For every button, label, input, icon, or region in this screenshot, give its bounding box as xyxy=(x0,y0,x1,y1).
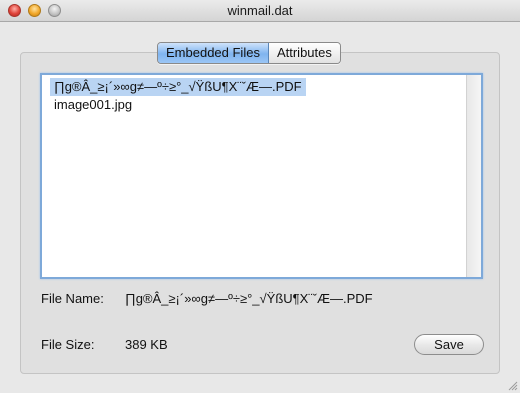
list-item[interactable]: ∏g®Â_≥¡´»∞g≠—º÷≥°_√ŸßU¶X¨ˇÆ—.PDF xyxy=(50,78,306,96)
tab-attributes[interactable]: Attributes xyxy=(268,43,340,63)
save-button[interactable]: Save xyxy=(414,334,484,355)
file-size-value: 389 KB xyxy=(125,337,168,352)
app-window: winmail.dat Embedded Files Attributes ∏g… xyxy=(0,0,520,393)
file-size-label: File Size: xyxy=(41,337,95,352)
file-name-label: File Name: xyxy=(41,291,104,306)
resize-grip-icon[interactable] xyxy=(506,379,518,391)
tab-embedded-files[interactable]: Embedded Files xyxy=(158,43,269,63)
window-title: winmail.dat xyxy=(227,3,293,18)
list-scrollbar[interactable] xyxy=(466,75,481,277)
title-bar[interactable]: winmail.dat xyxy=(0,0,520,22)
embedded-files-list[interactable]: ∏g®Â_≥¡´»∞g≠—º÷≥°_√ŸßU¶X¨ˇÆ—.PDF image00… xyxy=(40,73,483,279)
file-name-value: ∏g®Â_≥¡´»∞g≠—º÷≥°_√ŸßU¶X¨ˇÆ—.PDF xyxy=(125,291,373,306)
view-tabs: Embedded Files Attributes xyxy=(157,42,341,64)
list-item[interactable]: image001.jpg xyxy=(50,96,136,114)
